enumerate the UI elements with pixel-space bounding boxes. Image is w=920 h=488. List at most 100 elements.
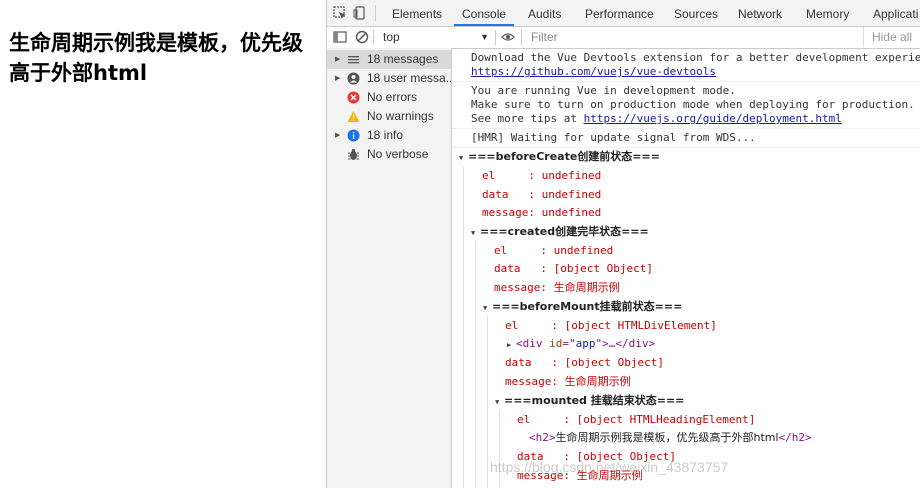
- dom-node-preview[interactable]: ▶ <div id="app">…</div>: [507, 334, 655, 353]
- dom-node-preview[interactable]: <h2>生命周期示例我是模板，优先级高于外部html</h2>: [529, 428, 812, 447]
- console-message: You are running Vue in development mode.…: [452, 81, 920, 129]
- page-heading: 生命周期示例我是模板，优先级高于外部html: [9, 31, 303, 85]
- log-line: el : [object HTMLHeadingElement]: [517, 413, 756, 426]
- group-guide: [475, 241, 476, 488]
- group-guide: [499, 410, 500, 488]
- console-message: Download the Vue Devtools extension for …: [452, 48, 920, 82]
- hide-all-dropdown[interactable]: Hide all: [862, 27, 920, 47]
- group-title: ===mounted 挂载结束状态===: [504, 394, 685, 407]
- console-text: See more tips at https://vuejs.org/guide…: [471, 112, 842, 126]
- log-line: data : [object Object]: [494, 262, 653, 275]
- collapse-arrow-icon[interactable]: ▼: [459, 149, 468, 168]
- console-message: [HMR] Waiting for update signal from WDS…: [452, 128, 920, 148]
- log-line: el : undefined: [494, 244, 614, 257]
- node-text: 生命周期示例我是模板，优先级高于外部html: [555, 431, 779, 444]
- clear-console-icon[interactable]: [355, 30, 369, 44]
- node-tag-rest: >…</div>: [602, 337, 656, 350]
- group-title: ===beforeCreate创建前状态===: [468, 150, 660, 163]
- node-tag: <h2>: [529, 431, 556, 444]
- console-group-header[interactable]: ▼ ===mounted 挂载结束状态===: [495, 391, 684, 410]
- sidebar-item-label: 18 info: [367, 128, 404, 142]
- log-key: message:: [494, 281, 554, 294]
- devtools-tabbar: Elements Console Audits Performance Sour…: [327, 0, 920, 27]
- deployment-guide-link[interactable]: https://vuejs.org/guide/deployment.html: [584, 112, 842, 125]
- expand-arrow-icon[interactable]: ▶: [335, 50, 340, 69]
- sidebar-item-label: 18 user messa...: [367, 71, 451, 85]
- console-group-header[interactable]: ▼ ===beforeCreate创建前状态===: [459, 147, 660, 166]
- context-selector[interactable]: top ▼: [377, 28, 493, 46]
- tab-console[interactable]: Console: [454, 0, 515, 26]
- sidebar-item-info[interactable]: ▶ 18 info: [327, 126, 451, 145]
- sidebar-item-errors[interactable]: No errors: [327, 88, 451, 107]
- sidebar-item-label: 18 messages: [367, 52, 439, 66]
- log-line: el : [object HTMLDivElement]: [505, 319, 717, 332]
- tab-memory[interactable]: Memory: [806, 0, 849, 26]
- sidebar-item-user-messages[interactable]: ▶ 18 user messa...: [327, 69, 451, 88]
- expand-arrow-icon[interactable]: ▶: [335, 126, 340, 145]
- tab-sources[interactable]: Sources: [674, 0, 718, 26]
- tab-network[interactable]: Network: [738, 0, 782, 26]
- devtools-panel: Elements Console Audits Performance Sour…: [327, 0, 920, 488]
- log-line: data : undefined: [482, 188, 602, 201]
- bug-icon: [348, 149, 359, 160]
- sidebar-item-messages[interactable]: ▶ 18 messages: [327, 50, 451, 69]
- group-guide: [487, 316, 488, 488]
- info-icon: [347, 129, 360, 142]
- tab-audits[interactable]: Audits: [528, 0, 561, 26]
- console-sidebar: ▶ 18 messages ▶ 18 user messa... No erro…: [327, 48, 452, 488]
- toolbar-divider: [373, 30, 374, 45]
- tab-performance[interactable]: Performance: [585, 0, 654, 26]
- eye-icon[interactable]: [501, 30, 515, 44]
- console-text: Download the Vue Devtools extension for …: [471, 51, 920, 64]
- sidebar-item-label: No verbose: [367, 147, 429, 161]
- warning-icon: [347, 111, 360, 122]
- sidebar-item-verbose[interactable]: No verbose: [327, 145, 451, 164]
- user-icon: [347, 72, 360, 85]
- log-line: data : [object Object]: [505, 356, 664, 369]
- error-icon: [347, 91, 360, 104]
- console-group-header[interactable]: ▼ ===created创建完毕状态===: [471, 222, 649, 241]
- log-key: message:: [505, 375, 565, 388]
- console-text: You are running Vue in development mode.: [471, 84, 736, 97]
- device-toolbar-icon[interactable]: [353, 6, 367, 20]
- group-guide: [463, 167, 464, 488]
- dropdown-arrow-icon: ▼: [480, 32, 489, 42]
- filter-input[interactable]: Filter: [525, 28, 871, 46]
- sidebar-item-label: No errors: [367, 90, 418, 104]
- vue-devtools-link[interactable]: https://github.com/vuejs/vue-devtools: [471, 65, 716, 79]
- sidebar-item-label: No warnings: [367, 109, 434, 123]
- collapse-arrow-icon[interactable]: ▼: [483, 299, 492, 318]
- inspect-element-icon[interactable]: [333, 6, 347, 20]
- node-attr-name: id: [549, 337, 563, 350]
- log-value: 生命周期示例: [564, 375, 631, 388]
- console-text: [HMR] Waiting for update signal from WDS…: [471, 131, 756, 144]
- log-line: message: 生命周期示例: [505, 372, 631, 391]
- console-output: Download the Vue Devtools extension for …: [452, 48, 920, 488]
- group-title: ===created创建完毕状态===: [480, 225, 649, 238]
- node-tag: <div: [516, 337, 543, 350]
- sidebar-item-warnings[interactable]: No warnings: [327, 107, 451, 126]
- console-text: Make sure to turn on production mode whe…: [471, 98, 915, 111]
- node-attr-value: "app": [569, 337, 603, 350]
- toolbar-divider-2: [495, 30, 496, 45]
- log-line: message: undefined: [482, 206, 602, 219]
- tab-elements[interactable]: Elements: [392, 0, 442, 26]
- expand-arrow-icon[interactable]: ▶: [335, 69, 340, 88]
- node-tag-close: </h2>: [778, 431, 812, 444]
- log-value: 生命周期示例: [553, 281, 620, 294]
- page-viewport: 生命周期示例我是模板，优先级高于外部html: [0, 0, 327, 488]
- log-line: message: 生命周期示例: [494, 278, 620, 297]
- collapse-arrow-icon[interactable]: ▼: [495, 393, 504, 412]
- list-icon: [348, 56, 359, 64]
- context-value: top: [383, 30, 400, 44]
- watermark: https://blog.csdn.net/weixin_43873757: [490, 459, 729, 475]
- sidebar-toggle-icon[interactable]: [333, 30, 347, 44]
- console-toolbar: top ▼ Filter Hide all: [327, 27, 920, 49]
- log-line: el : undefined: [482, 169, 602, 182]
- tab-application[interactable]: Applicati: [873, 0, 918, 26]
- group-title: ===beforeMount挂载前状态===: [492, 300, 683, 313]
- console-group-header[interactable]: ▼ ===beforeMount挂载前状态===: [483, 297, 682, 316]
- tabbar-divider: [375, 5, 376, 21]
- collapse-arrow-icon[interactable]: ▼: [471, 224, 480, 243]
- toolbar-divider-3: [521, 30, 522, 45]
